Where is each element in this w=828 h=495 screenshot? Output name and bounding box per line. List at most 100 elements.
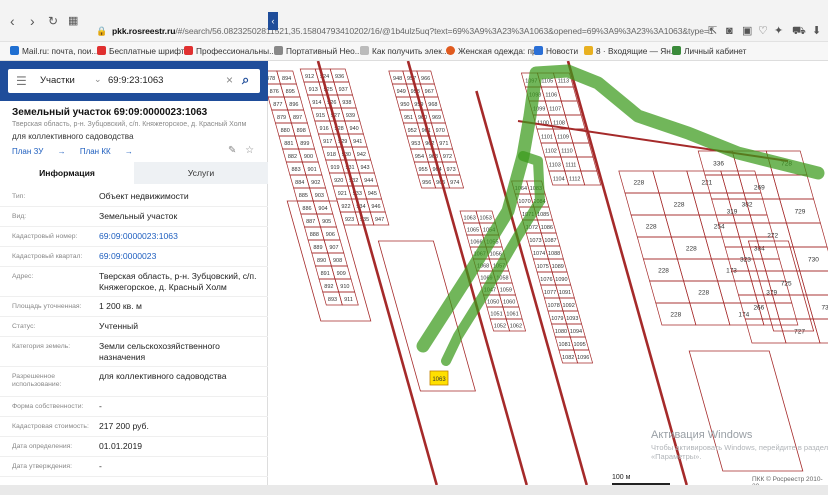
edit-icon[interactable]: ✎ <box>228 145 236 156</box>
attribute-row: Тип: Объект недвижимости <box>0 187 268 207</box>
selected-parcel-label: 1063 <box>432 377 446 383</box>
tab-info[interactable]: Информация <box>0 162 134 184</box>
tab-services[interactable]: Услуги <box>134 162 268 184</box>
parcel-label: 1075 <box>537 264 549 270</box>
attribute-value: - <box>99 401 102 411</box>
parcel-label: 936 <box>335 74 344 80</box>
tabs-grid-icon[interactable]: ▦ <box>68 14 78 28</box>
attribute-value: Земли сельскохозяйственного назначения <box>99 341 220 362</box>
map-scale: 100 м <box>612 474 670 485</box>
parcel-label: 1111 <box>565 163 576 169</box>
bookmark-item[interactable]: Как получить элек... <box>360 46 449 56</box>
parcel-label: 1092 <box>563 303 575 309</box>
parcel-label: 938 <box>342 100 351 106</box>
bookmark-item[interactable]: Портативный Нео... <box>274 46 362 56</box>
clear-icon[interactable]: × <box>226 73 233 87</box>
parcel-label: 1095 <box>573 342 585 348</box>
cadastral-map[interactable]: 878 876 877 879 880 881 882 883 884 885 886 887 888 8… <box>268 61 828 485</box>
parcel-label: 969 <box>432 115 441 121</box>
star-icon[interactable]: ☆ <box>245 145 254 156</box>
parcel-label: 266 <box>753 305 764 312</box>
attribute-value: 01.01.2019 <box>99 441 143 451</box>
search-type-select[interactable]: Участки <box>40 75 75 86</box>
bookmark-item[interactable]: 8 · Входящие — Ян... <box>584 46 678 56</box>
bookmark-item[interactable]: Mail.ru: почта, пои... <box>10 46 98 56</box>
attribute-value: Объект недвижимости <box>99 191 189 201</box>
parcel-label: 902 <box>311 180 320 186</box>
bookmark-label: Как получить элек... <box>372 46 449 56</box>
parcel-label: 228 <box>658 268 669 275</box>
parcel-label: 894 <box>282 76 291 82</box>
scale-label: 100 м <box>612 474 631 481</box>
download-icon[interactable]: ⬇ <box>812 26 821 37</box>
parcel <box>799 270 828 296</box>
parcel-label: 323 <box>740 257 751 264</box>
forward-icon[interactable]: › <box>30 14 35 28</box>
parcel-label: 899 <box>300 141 309 147</box>
parcel-label: 1059 <box>500 288 512 294</box>
menu-icon[interactable]: ☰ <box>16 74 27 88</box>
map-canvas[interactable]: 878 876 877 879 880 881 882 883 884 885 886 887 888 8… <box>268 61 828 485</box>
plan-zu-link[interactable]: План ЗУ → <box>12 147 66 156</box>
bookmark-label: Портативный Нео... <box>286 46 362 56</box>
bookmark-item[interactable]: Бесплатные шрифты <box>97 46 191 56</box>
attribute-row: Адрес: Тверская область, р-н. Зубцовский,… <box>0 267 268 297</box>
extensions-icon[interactable]: ▣ <box>742 26 752 37</box>
attribute-value[interactable]: 69:09:0000023:1063 <box>99 231 178 242</box>
camera-icon[interactable]: ◙ <box>726 26 733 37</box>
parcel <box>624 192 666 216</box>
parcel-label: 1050 <box>487 300 499 306</box>
parcel-label: 1061 <box>506 312 518 318</box>
parcel-label: 269 <box>754 185 765 192</box>
parcel-label: 966 <box>421 76 430 82</box>
search-icon[interactable]: ⌕ <box>242 72 249 88</box>
search-bar: ☰ Участки ⌄ 69:9:23:1063 × ⌕ <box>0 61 268 101</box>
cart-icon[interactable]: ⛟ <box>792 26 806 37</box>
attribute-row: Статус: Учтенный <box>0 317 268 337</box>
address-bar[interactable]: pkk.rosreestr.ru/#/search/56.08232502811… <box>112 26 714 36</box>
parcel-label: 878 <box>268 76 275 82</box>
parcel-label: 1093 <box>566 316 578 322</box>
parcel-label: 919 <box>330 165 339 171</box>
parcel-label: 900 <box>304 154 313 160</box>
parcel-label: 888 <box>310 232 319 238</box>
search-box[interactable]: ☰ Участки ⌄ 69:9:23:1063 × ⌕ <box>8 69 260 93</box>
plan-kk-label: План КК <box>79 147 111 156</box>
parcel-label: 889 <box>313 245 322 251</box>
collapse-panel-icon[interactable]: ‹ <box>268 12 278 30</box>
bookmark-item[interactable]: Профессиональны... <box>184 46 276 56</box>
parcel-label: 952 <box>408 128 417 134</box>
parcel-label: 913 <box>309 87 318 93</box>
parcel-label: 881 <box>284 141 293 147</box>
bookmark-item[interactable]: Личный кабинет <box>672 46 746 56</box>
share-icon[interactable]: ⇱ <box>708 26 717 37</box>
plan-kk-link[interactable]: План КК → <box>80 147 133 156</box>
parcel-label: 943 <box>360 165 369 171</box>
parcel-label: 898 <box>297 128 306 134</box>
parcel-label: 907 <box>329 245 338 251</box>
bookmark-item[interactable]: Новости <box>534 46 578 56</box>
favorite-icon[interactable]: ♡ <box>758 26 768 37</box>
plan-zu-label: План ЗУ <box>12 147 44 156</box>
bookmark-icon[interactable]: ✦ <box>774 26 783 37</box>
bookmark-doc-icon <box>360 46 369 55</box>
chevron-down-icon[interactable]: ⌄ <box>94 74 102 85</box>
parcel <box>576 156 598 172</box>
search-input[interactable]: 69:9:23:1063 <box>108 75 163 86</box>
parcel-label: 1051 <box>490 312 502 318</box>
parcel-label: 1107 <box>549 107 561 113</box>
back-icon[interactable]: ‹ <box>10 14 15 28</box>
parcel-label: 228 <box>686 246 697 253</box>
reload-icon[interactable]: ↻ <box>48 14 58 28</box>
parcel-label: 971 <box>439 141 448 147</box>
parcel-label: 915 <box>316 113 325 119</box>
parcel-label: 906 <box>326 232 335 238</box>
attribute-label: Разрешенное использование: <box>12 373 62 388</box>
attribute-value[interactable]: 69:09:0000023 <box>99 251 156 262</box>
parcel-label: 895 <box>286 89 295 95</box>
parcel-label: 921 <box>338 191 347 197</box>
parcel-label: 967 <box>425 89 434 95</box>
bookmark-item[interactable]: Женская одежда: пр... <box>446 46 544 56</box>
parcel-label: 880 <box>281 128 290 134</box>
parcel-label: 903 <box>315 193 324 199</box>
